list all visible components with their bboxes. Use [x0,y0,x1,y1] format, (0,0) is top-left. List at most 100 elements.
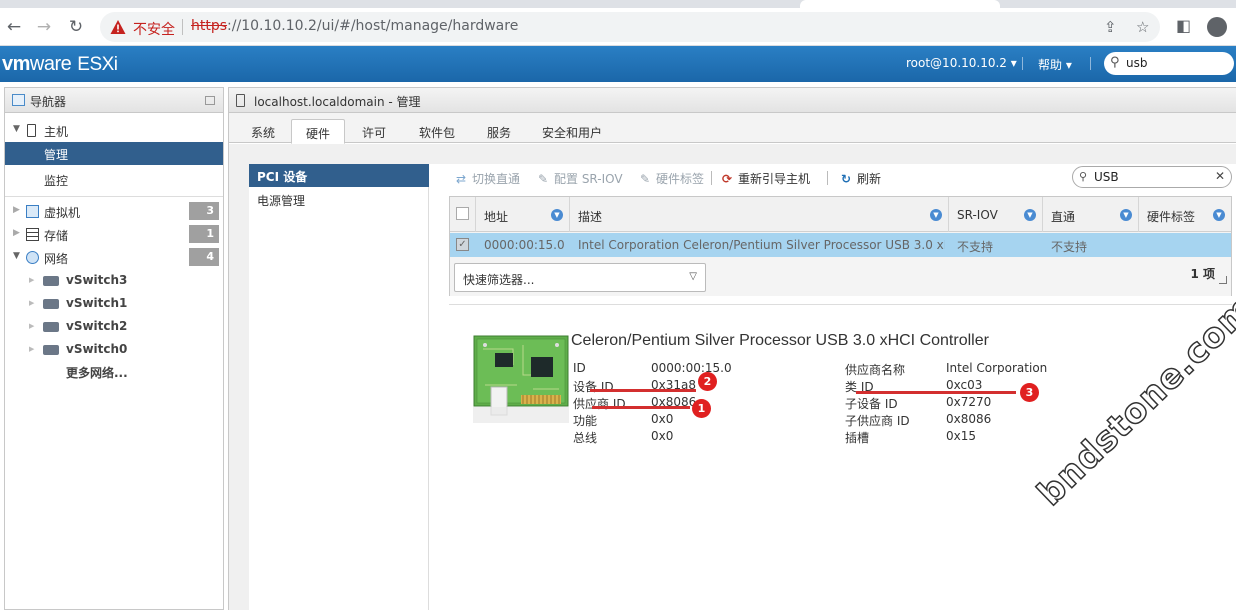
resize-handle-icon[interactable] [1219,276,1227,284]
expand-down-icon[interactable]: ▼ [13,124,20,134]
chevron-down-icon[interactable]: ▼ [930,209,942,221]
nav-item-label: 监控 [44,174,69,188]
forward-icon[interactable]: → [34,17,54,37]
nav-item-storage[interactable]: ▶ 存储 1 [5,223,223,246]
detail-key: 总线 [573,431,598,445]
column-header-label: 描述 [578,210,603,224]
logo-product: ESXi [77,54,118,75]
expand-right-icon[interactable]: ▶ [13,228,20,238]
column-header-hardware-label[interactable]: 硬件标签 ▼ [1139,197,1231,232]
expand-right-icon[interactable]: ▶ [29,322,34,330]
tab-license[interactable]: 许可 [353,119,395,143]
grid-filter-input[interactable]: ⚲ USB ✕ [1072,166,1232,188]
navigator-icon [12,94,25,106]
detail-key: 子供应商 ID [845,414,910,428]
nav-item-vswitch0[interactable]: ▶ vSwitch0 [5,338,223,361]
user-menu[interactable]: root@10.10.10.2 ▾ [906,56,1017,70]
nav-item-vswitch3[interactable]: ▶ vSwitch3 [5,269,223,292]
pci-device-grid: 地址 ▼ 描述 ▼ SR-IOV ▼ 直通 ▼ 硬件标签 ▼ ✓ 0000:00:15.0… [449,196,1232,296]
expand-right-icon[interactable]: ▶ [13,205,20,215]
table-row[interactable]: ✓ 0000:00:15.0 Intel Corporation Celeron… [450,233,1231,257]
nav-item-manage[interactable]: 管理 [5,142,223,165]
detail-key: 子设备 ID [845,397,898,411]
header-search-value: usb [1126,56,1148,70]
select-all-checkbox[interactable] [456,207,469,220]
vmware-esxi-logo: vmware ESXi [2,53,118,76]
column-header-passthrough[interactable]: 直通 ▼ [1043,197,1139,232]
reload-icon[interactable]: ↻ [66,17,86,37]
nav-item-more-networks[interactable]: 更多网络... [5,360,223,383]
chevron-down-icon[interactable]: ▼ [1213,209,1225,221]
expand-right-icon[interactable]: ▶ [29,345,34,353]
share-icon[interactable]: ⇪ [1104,18,1117,36]
expand-right-icon[interactable]: ▶ [29,299,34,307]
nav-item-vswitch1[interactable]: ▶ vSwitch1 [5,292,223,315]
back-icon[interactable]: ← [4,17,24,37]
row-checkbox[interactable]: ✓ [456,238,469,251]
pencil-icon: ✎ [639,172,651,186]
nav-item-label: 虚拟机 [44,206,81,220]
url-path: ://10.10.10.2/ui/#/host/manage/hardware [227,18,519,34]
reboot-host-button[interactable]: ⟳ 重新引导主机 [720,170,810,187]
nav-item-vms[interactable]: ▶ 虚拟机 3 [5,200,223,223]
configure-sriov-button[interactable]: ✎ 配置 SR-IOV [536,170,623,187]
network-globe-icon [26,251,39,264]
column-header-sriov[interactable]: SR-IOV ▼ [949,197,1043,232]
row-select-cell[interactable]: ✓ [450,233,476,257]
tab-packages[interactable]: 软件包 [411,119,463,143]
tab-bar: 系统 硬件 许可 软件包 服务 安全和用户 [229,113,1236,144]
tab-services[interactable]: 服务 [479,119,519,143]
nav-item-label: vSwitch3 [66,273,128,287]
detail-value: 0000:00:15.0 [651,361,732,375]
vswitch-icon [43,276,59,286]
sidebar-toggle-icon[interactable]: ◧ [1176,16,1191,35]
url-text[interactable]: https://10.10.10.2/ui/#/host/manage/hard… [191,18,518,34]
expand-right-icon[interactable]: ▶ [29,276,34,284]
nav-item-vswitch2[interactable]: ▶ vSwitch2 [5,315,223,338]
header-select-all[interactable] [450,197,476,232]
column-header-address[interactable]: 地址 ▼ [476,197,570,232]
chevron-down-icon[interactable]: ▼ [1120,209,1132,221]
column-header-label: 地址 [484,210,509,224]
refresh-button[interactable]: ↻ 刷新 [839,170,881,187]
header-separator [1090,57,1091,70]
chevron-down-icon[interactable]: ▼ [551,209,563,221]
nav-item-host[interactable]: ▼ 主机 [5,119,223,142]
passthrough-icon: ⇄ [455,172,467,186]
host-icon [27,124,36,137]
toggle-passthrough-button[interactable]: ⇄ 切换直通 [454,170,520,187]
toolbar-separator [827,171,828,185]
browser-active-tab[interactable] [800,0,1000,8]
profile-avatar-icon[interactable] [1207,17,1227,37]
warning-icon [110,20,126,34]
chevron-down-icon[interactable]: ▼ [1024,209,1036,221]
annotation-number-3: 3 [1020,383,1039,402]
tab-hardware[interactable]: 硬件 [291,119,345,144]
refresh-icon: ↻ [840,172,852,186]
insecure-label[interactable]: 不安全 [133,19,175,39]
expand-down-icon[interactable]: ▼ [13,251,20,261]
side-item-pci-devices[interactable]: PCI 设备 [249,164,429,187]
header-search-input[interactable]: ⚲ usb [1104,52,1234,75]
column-header-label: 硬件标签 [1147,210,1196,224]
device-title: Celeron/Pentium Silver Processor USB 3.0… [571,332,989,349]
minimize-icon[interactable] [205,96,215,105]
nav-item-monitor[interactable]: 监控 [5,168,223,191]
bookmark-star-icon[interactable]: ☆ [1136,18,1149,36]
address-bar[interactable]: 不安全 https://10.10.10.2/ui/#/host/manage/… [100,12,1160,42]
hardware-side-menu: PCI 设备 电源管理 [249,164,429,610]
hardware-label-button[interactable]: ✎ 硬件标签 [638,170,704,187]
clear-filter-icon[interactable]: ✕ [1215,169,1225,183]
column-header-description[interactable]: 描述 ▼ [570,197,949,232]
nav-item-network[interactable]: ▼ 网络 4 [5,246,223,269]
annotation-underline-vendor-id [592,406,690,409]
help-menu[interactable]: 帮助 ▾ [1038,56,1072,73]
nav-item-label: vSwitch0 [66,342,128,356]
quick-filter-select[interactable]: 快速筛选器... ▽ [454,263,706,292]
network-count-badge: 4 [189,248,219,266]
tab-system[interactable]: 系统 [243,119,283,143]
vswitch-icon [43,299,59,309]
side-item-power-management[interactable]: 电源管理 [249,188,429,211]
tab-security-users[interactable]: 安全和用户 [535,119,609,143]
reboot-icon: ⟳ [721,172,733,186]
